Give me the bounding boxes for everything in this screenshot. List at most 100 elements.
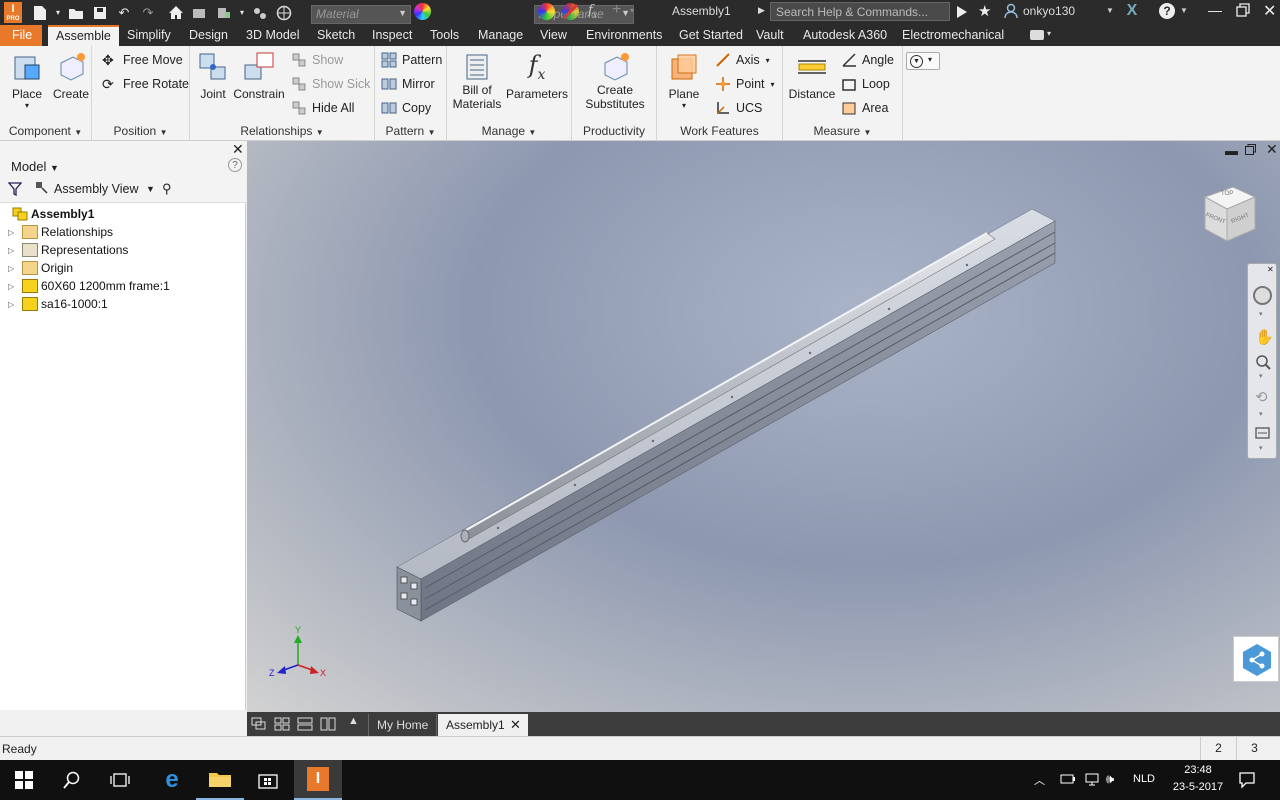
orbit-icon[interactable]: ⟲ (1255, 388, 1268, 406)
loop-button[interactable]: Loop (841, 74, 890, 94)
ucs-button[interactable]: UCS (715, 98, 762, 118)
adjust-appearance-icon[interactable] (538, 3, 555, 20)
exchange-apps-icon[interactable]: X (1122, 2, 1142, 22)
close-tab-icon[interactable]: ✕ (510, 714, 521, 736)
angle-button[interactable]: Angle (841, 50, 894, 70)
undo-icon[interactable]: ↶ (112, 2, 136, 24)
graphics-viewport[interactable]: ▬ ✕ TOP FRONT RIGHT ✕ ▾ ✋ ▾ ⟲ ▾ ▾ Y X Z (247, 141, 1280, 712)
model-close-icon[interactable]: ✕ (232, 141, 244, 158)
point-button[interactable]: Point ▾ (715, 74, 775, 94)
relationships-panel-title[interactable]: Relationships ▼ (190, 124, 374, 138)
redo-icon[interactable]: ↷ (136, 2, 160, 24)
action-center-icon[interactable] (1238, 771, 1256, 792)
navbar-close-icon[interactable]: ✕ (1267, 265, 1274, 274)
favorites-star-icon[interactable]: ★ (978, 2, 991, 20)
clock-time[interactable]: 23:48 (1172, 764, 1224, 776)
share-button[interactable] (1233, 636, 1279, 682)
free-rotate-button[interactable]: ⟳ Free Rotate (102, 74, 189, 94)
volume-icon[interactable]: 🕪 (1106, 771, 1114, 787)
new-dropdown-icon[interactable]: ▾ (52, 2, 64, 24)
document-list-icon[interactable]: ▲ (348, 715, 359, 727)
globe-icon[interactable] (272, 2, 296, 24)
ribbon-display-icon[interactable] (1030, 30, 1044, 40)
help-icon[interactable]: ? (1159, 3, 1175, 19)
tab-inspect[interactable]: Inspect (364, 25, 420, 46)
pattern-panel-title[interactable]: Pattern ▼ (375, 124, 446, 138)
tree-item-relationships[interactable]: ▷ Relationships (8, 223, 113, 241)
clock-date[interactable]: 23-5-2017 (1166, 781, 1230, 793)
minimize-icon[interactable]: — (1208, 2, 1222, 18)
assembly-view-selector[interactable]: Assembly View (54, 182, 139, 196)
hide-all-button[interactable]: Hide All (291, 98, 354, 118)
file-explorer-icon[interactable] (196, 760, 244, 800)
tree-root-assembly[interactable]: Assembly1 (12, 205, 94, 223)
user-name[interactable]: onkyo130 (1023, 4, 1075, 18)
model-help-icon[interactable]: ? (228, 158, 242, 172)
appearance-ball-icon[interactable] (414, 3, 431, 20)
axis-button[interactable]: Axis ▾ (715, 50, 770, 70)
search-arrow-icon[interactable]: ▶ (758, 5, 765, 16)
user-dropdown-icon[interactable]: ▼ (1106, 6, 1114, 15)
tray-expand-icon[interactable]: ︿ (1034, 772, 1045, 788)
zoom-dropdown-icon[interactable]: ▾ (1259, 372, 1263, 380)
constrain-button[interactable]: Constrain (232, 51, 286, 101)
tab-assembly1[interactable]: Assembly1 ✕ (438, 714, 528, 736)
restore-icon[interactable] (1236, 3, 1250, 20)
parameters-button[interactable]: fx Parameters (505, 51, 569, 101)
tile-windows-icon[interactable] (274, 717, 290, 734)
panel-options-button[interactable]: ▼ ▾ (906, 52, 940, 70)
joint-button[interactable]: Joint (194, 51, 232, 101)
plus-icon[interactable]: + (612, 1, 621, 19)
expand-icon[interactable]: ▷ (8, 228, 18, 237)
area-button[interactable]: Area (841, 98, 888, 118)
tab-simplify[interactable]: Simplify (119, 25, 179, 46)
open-icon[interactable] (64, 2, 88, 24)
position-panel-title[interactable]: Position ▼ (92, 124, 189, 138)
copy-button[interactable]: Copy (381, 98, 431, 118)
mirror-button[interactable]: Mirror (381, 74, 435, 94)
user-icon[interactable] (1003, 3, 1019, 22)
store-icon[interactable] (244, 760, 292, 800)
assembly-model[interactable] (247, 141, 1280, 712)
expand-icon[interactable]: ▷ (8, 264, 18, 273)
customize-dropdown-icon[interactable]: ▾ (630, 6, 634, 15)
tile-horizontal-icon[interactable] (297, 717, 313, 734)
tree-item-origin[interactable]: ▷ Origin (8, 259, 73, 277)
inventor-taskbar-icon[interactable]: I (294, 760, 342, 800)
tab-electromechanical[interactable]: Electromechanical (894, 25, 1012, 46)
edge-browser-icon[interactable]: e (148, 760, 196, 800)
viewcube[interactable]: TOP FRONT RIGHT (1199, 183, 1259, 245)
help-search-input[interactable]: Search Help & Commands... (770, 2, 950, 21)
measure-panel-title[interactable]: Measure ▼ (783, 124, 902, 138)
search-icon[interactable] (48, 760, 96, 800)
material-combo[interactable]: Material ▼ (311, 5, 411, 24)
bill-of-materials-button[interactable]: Bill of Materials (451, 51, 503, 111)
close-icon[interactable]: ✕ (1263, 1, 1276, 21)
view-mode-dropdown-icon[interactable]: ▼ (146, 184, 155, 194)
task-view-icon[interactable] (96, 760, 144, 800)
orbit-dropdown-icon[interactable]: ▾ (1259, 410, 1263, 418)
show-button[interactable]: Show (291, 50, 343, 70)
update-icon[interactable] (188, 2, 212, 24)
tree-item-frame[interactable]: ▷ 60X60 1200mm frame:1 (8, 277, 170, 295)
battery-icon[interactable] (1060, 773, 1076, 788)
expand-icon[interactable]: ▷ (8, 282, 18, 291)
tab-assemble[interactable]: Assemble (48, 25, 119, 46)
pan-hand-icon[interactable]: ✋ (1255, 328, 1274, 346)
app-logo-icon[interactable]: I PRO (4, 2, 22, 23)
ribbon-display-dropdown-icon[interactable]: ▾ (1047, 29, 1051, 38)
tab-sketch[interactable]: Sketch (309, 25, 363, 46)
tab-my-home[interactable]: My Home (368, 714, 438, 736)
distance-button[interactable]: Distance (787, 51, 837, 101)
zoom-icon[interactable] (1255, 354, 1271, 373)
steering-wheel-icon[interactable] (1253, 286, 1272, 305)
place-button[interactable]: Place ▾ (6, 51, 48, 110)
look-at-icon[interactable] (1255, 426, 1271, 443)
tab-tools[interactable]: Tools (422, 25, 467, 46)
expand-icon[interactable]: ▷ (8, 246, 18, 255)
manage-panel-title[interactable]: Manage ▼ (447, 124, 571, 138)
tab-autodesk-a360[interactable]: Autodesk A360 (795, 25, 895, 46)
tab-file[interactable]: File (0, 25, 42, 46)
filter-icon[interactable] (7, 182, 23, 199)
cascade-windows-icon[interactable] (251, 717, 267, 734)
